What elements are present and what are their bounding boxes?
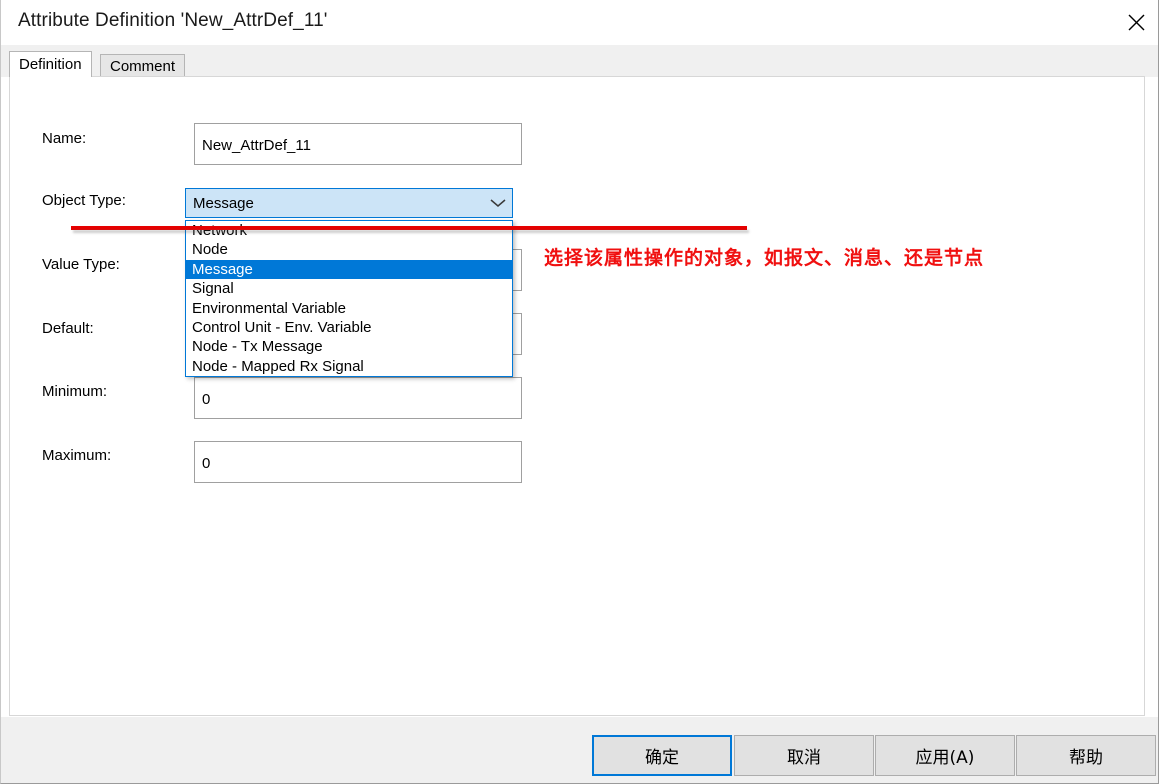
annotation-text: 选择该属性操作的对象，如报文、消息、还是节点 bbox=[544, 247, 985, 269]
apply-button-label: 应用(A) bbox=[915, 748, 975, 768]
close-button[interactable] bbox=[1112, 0, 1158, 45]
dropdown-option[interactable]: Control Unit - Env. Variable bbox=[186, 318, 512, 337]
title-bar: Attribute Definition 'New_AttrDef_11' bbox=[1, 0, 1158, 45]
help-button[interactable]: 帮助 bbox=[1016, 735, 1156, 776]
object-type-dropdown-list[interactable]: NetworkNodeMessageSignalEnvironmental Va… bbox=[185, 220, 513, 378]
dropdown-option[interactable]: Environmental Variable bbox=[186, 299, 512, 318]
tab-comment-label: Comment bbox=[110, 57, 176, 75]
dropdown-option[interactable]: Node - Mapped Rx Signal bbox=[186, 357, 512, 376]
label-name: Name: bbox=[42, 130, 87, 147]
label-minimum: Minimum: bbox=[42, 383, 108, 400]
ok-button-label: 确定 bbox=[645, 748, 679, 768]
dropdown-option[interactable]: Message bbox=[186, 259, 512, 280]
close-icon bbox=[1126, 12, 1147, 33]
object-type-combobox[interactable]: Message bbox=[185, 188, 513, 218]
tab-strip: Definition Comment bbox=[1, 45, 1158, 77]
cancel-button[interactable]: 取消 bbox=[734, 735, 874, 776]
chevron-down-icon bbox=[484, 198, 512, 208]
dropdown-option[interactable]: Node bbox=[186, 240, 512, 259]
help-button-label: 帮助 bbox=[1069, 748, 1103, 768]
maximum-input[interactable] bbox=[194, 441, 522, 483]
label-object-type: Object Type: bbox=[42, 192, 126, 209]
apply-button[interactable]: 应用(A) bbox=[875, 735, 1015, 776]
window-title: Attribute Definition 'New_AttrDef_11' bbox=[18, 10, 328, 31]
minimum-input[interactable] bbox=[194, 377, 522, 419]
object-type-selected-value: Message bbox=[193, 194, 254, 212]
tab-definition-label: Definition bbox=[19, 56, 82, 73]
annotation-line bbox=[71, 226, 747, 230]
ok-button[interactable]: 确定 bbox=[592, 735, 732, 776]
tab-comment[interactable]: Comment bbox=[100, 54, 186, 77]
dropdown-option[interactable]: Node - Tx Message bbox=[186, 337, 512, 356]
definition-panel: Name: Object Type: Value Type: Default: … bbox=[9, 76, 1145, 716]
tab-definition[interactable]: Definition bbox=[9, 51, 92, 77]
cancel-button-label: 取消 bbox=[787, 748, 821, 768]
attribute-definition-dialog: Attribute Definition 'New_AttrDef_11' De… bbox=[0, 0, 1159, 784]
label-value-type: Value Type: bbox=[42, 256, 120, 273]
dropdown-option[interactable]: Signal bbox=[186, 279, 512, 298]
name-input[interactable] bbox=[194, 123, 522, 165]
label-default: Default: bbox=[42, 320, 94, 337]
label-maximum: Maximum: bbox=[42, 447, 112, 464]
